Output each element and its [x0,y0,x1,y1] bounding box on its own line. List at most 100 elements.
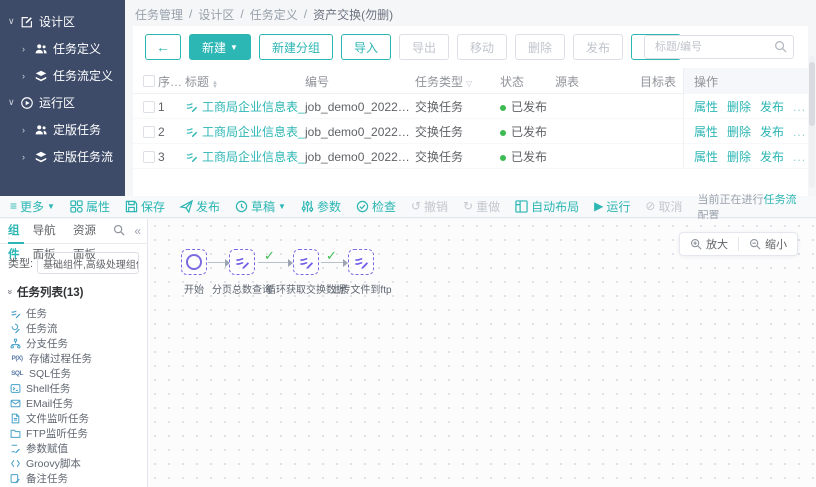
row-delete-link[interactable]: 删除 [727,123,751,140]
table-row[interactable]: 3 工商局企业信息表_demo0_2... job_demo0_20220927… [133,144,808,169]
breadcrumb-item[interactable]: 任务管理 [135,6,183,23]
component-item-groovy[interactable]: Groovy脚本 [0,456,147,471]
sidebar-item-run-area[interactable]: ∨ 运行区 [0,89,125,116]
sidebar-item-release-task[interactable]: › 定版任务 [0,116,125,143]
task-title-text: 工商局企业信息表_demo0_2... [202,123,305,140]
component-item-taskflow[interactable]: 任务流 [0,321,147,336]
import-button[interactable]: 导入 [341,34,391,60]
check-button[interactable]: 检查 [356,198,396,215]
search-icon[interactable] [113,224,125,239]
properties-label: 属性 [86,198,110,215]
row-props-link[interactable]: 属性 [694,98,718,115]
component-item-email[interactable]: EMail任务 [0,396,147,411]
component-item-file-listener[interactable]: 文件监听任务 [0,411,147,426]
collapse-panel-icon[interactable]: « [134,224,141,238]
task-type: 交换任务 [415,123,500,140]
edit-square-icon [20,15,34,29]
sort-icon[interactable]: ▲▼ [212,81,218,89]
back-button[interactable]: ← [145,34,181,60]
type-select[interactable]: 基础组件,高级处理组件▼ [37,252,139,274]
component-item-branch[interactable]: 分支任务 [0,336,147,351]
row-props-link[interactable]: 属性 [694,148,718,165]
publish-label: 发布 [586,39,610,56]
sidebar-item-task-definition[interactable]: › 任务定义 [0,35,125,62]
component-item-stored-proc[interactable]: P(X)存储过程任务 [0,351,147,366]
row-more-link[interactable]: ... [793,150,806,164]
auto-layout-button[interactable]: 自动布局 [515,198,579,215]
flow-canvas[interactable]: 开始 分页总数查询 ✓ 循环获取交换数据 ✓ 上传文件到ftp 放大 缩小 [148,219,816,487]
breadcrumb-item[interactable]: 任务定义 [250,6,298,23]
row-delete-link[interactable]: 删除 [727,98,751,115]
col-type[interactable]: 任务类型▽ [415,73,500,90]
flow-node-task[interactable] [229,249,255,275]
component-item-sql[interactable]: SQLSQL任务 [0,366,147,381]
row-more-link[interactable]: ... [793,100,806,114]
sidebar-item-label: 任务流定义 [53,67,113,84]
tab-resources[interactable]: 资源面板 [73,219,104,244]
zoom-out-button[interactable]: 缩小 [739,233,797,255]
component-item-shell[interactable]: Shell任务 [0,381,147,396]
row-checkbox[interactable] [143,151,155,163]
row-publish-link[interactable]: 发布 [760,123,784,140]
task-title-link[interactable]: 工商局企业信息表_demo0_2... [185,98,305,115]
row-delete-link[interactable]: 删除 [727,148,751,165]
chevron-right-icon: › [22,71,34,81]
task-pen-icon [234,254,250,270]
component-item-task[interactable]: 任务 [0,306,147,321]
row-publish-link[interactable]: 发布 [760,148,784,165]
more-button[interactable]: ≡更多▼ [10,198,55,215]
file-icon [10,413,21,424]
properties-icon [70,200,83,213]
row-checkbox[interactable] [143,101,155,113]
sidebar-item-label: 定版任务流 [53,148,113,165]
flow-node-task[interactable] [348,249,374,275]
zoom-controls: 放大 缩小 [679,232,798,256]
sidebar-item-design-area[interactable]: ∨ 设计区 [0,8,125,35]
draft-button[interactable]: 草稿▼ [235,198,286,215]
zoom-in-button[interactable]: 放大 [680,233,738,255]
component-item-param-assign[interactable]: 参数赋值 [0,441,147,456]
row-props-link[interactable]: 属性 [694,123,718,140]
properties-button[interactable]: 属性 [70,198,110,215]
delete-button[interactable]: 删除 [515,34,565,60]
component-item-note[interactable]: 备注任务 [0,471,147,486]
search-box [644,35,794,59]
new-group-button[interactable]: 新建分组 [259,34,333,60]
cancel-run-button[interactable]: ⊘取消 [645,198,682,215]
tab-navigation[interactable]: 导航面板 [33,219,64,244]
publish-button[interactable]: 发布 [573,34,623,60]
component-label: 分支任务 [26,336,68,351]
save-button[interactable]: 保存 [125,198,165,215]
branch-icon [10,338,21,349]
row-publish-link[interactable]: 发布 [760,98,784,115]
task-title-link[interactable]: 工商局企业信息表_demo0_2... [185,148,305,165]
scrollbar-thumb[interactable] [809,62,815,126]
filter-funnel-icon[interactable]: ▽ [466,79,472,88]
task-list-header[interactable]: » 任务列表(13) [0,281,147,304]
flow-node-task[interactable] [293,249,319,275]
redo-button[interactable]: ↻重做 [463,198,500,215]
flow-node-start[interactable] [181,249,207,275]
run-button[interactable]: ▶运行 [594,198,630,215]
search-input[interactable] [644,35,794,59]
undo-button[interactable]: ↺撤销 [411,198,448,215]
move-button[interactable]: 移动 [457,34,507,60]
task-title-link[interactable]: 工商局企业信息表_demo0_2... [185,123,305,140]
col-index: 序号 [158,73,185,90]
tab-components[interactable]: 组件 [8,219,24,244]
search-icon[interactable] [774,40,787,53]
breadcrumb-item[interactable]: 设计区 [198,6,234,23]
select-all-checkbox[interactable] [143,75,155,87]
params-button[interactable]: 参数 [301,198,341,215]
col-title[interactable]: 标题▲▼ [185,73,305,90]
row-more-link[interactable]: ... [793,125,806,139]
component-item-ftp-listener[interactable]: FTP监听任务 [0,426,147,441]
table-row[interactable]: 1 工商局企业信息表_demo0_2... job_demo0_20220927… [133,94,808,119]
row-checkbox[interactable] [143,126,155,138]
table-row[interactable]: 2 工商局企业信息表_demo0_2... job_demo0_20220927… [133,119,808,144]
new-button[interactable]: 新建▼ [189,34,251,60]
sidebar-item-taskflow-definition[interactable]: › 任务流定义 [0,62,125,89]
publish-flow-button[interactable]: 发布 [180,198,220,215]
export-button[interactable]: 导出 [399,34,449,60]
sidebar-item-release-taskflow[interactable]: › 定版任务流 [0,143,125,170]
